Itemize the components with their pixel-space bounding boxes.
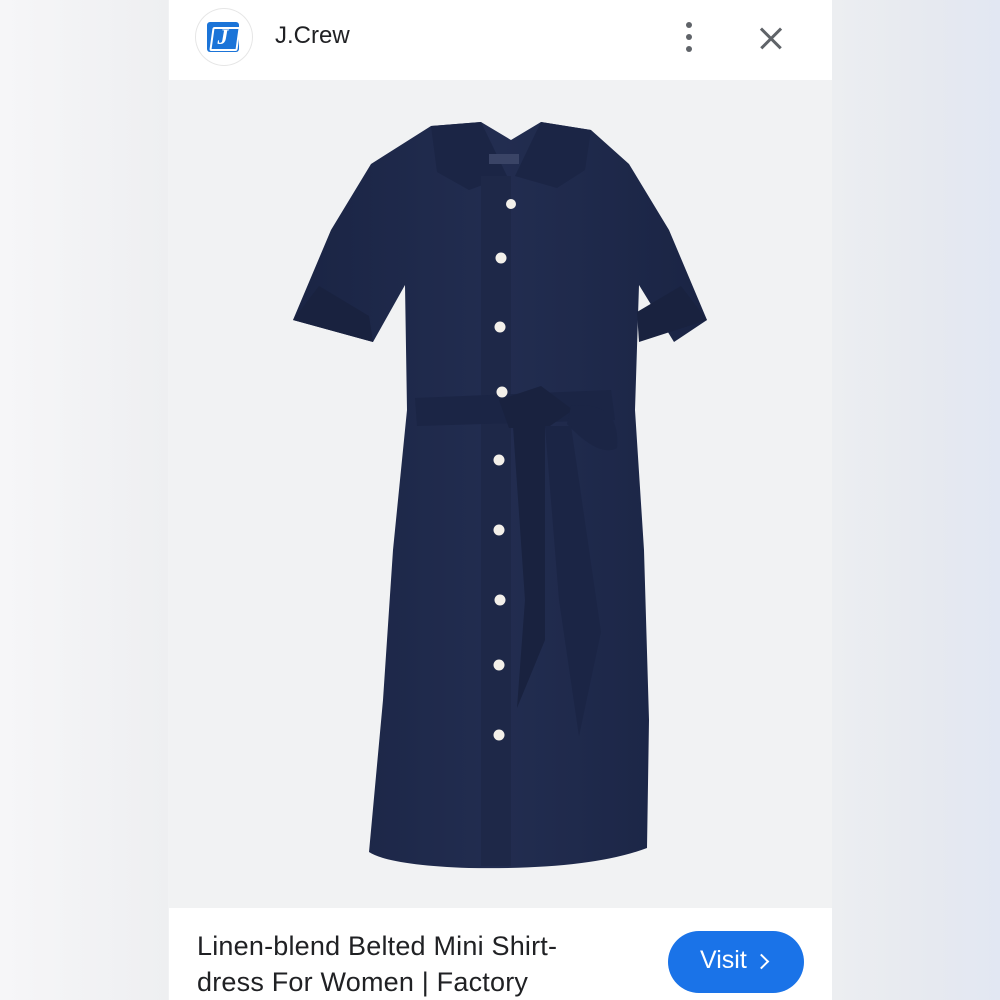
product-image[interactable] <box>169 80 832 908</box>
brand-name[interactable]: J.Crew <box>275 22 350 50</box>
logo-letter: J <box>207 24 239 50</box>
result-footer: Linen-blend Belted Mini Shirt-dress For … <box>169 908 832 1000</box>
background-right <box>832 0 1000 1000</box>
background-left <box>0 0 168 1000</box>
site-logo[interactable]: J <box>196 9 252 65</box>
more-vertical-icon[interactable] <box>674 18 704 58</box>
neck-label <box>489 154 519 164</box>
chevron-right-icon <box>753 953 770 970</box>
image-preview-card: J J.Crew Linen-blend Belted Mini Shirt-d… <box>169 0 832 1000</box>
jcrew-logo-icon: J <box>207 22 239 52</box>
close-icon[interactable] <box>751 20 791 56</box>
visit-button[interactable]: Visit <box>668 931 804 993</box>
header: J J.Crew <box>169 0 832 80</box>
button-placket <box>481 176 511 866</box>
product-title[interactable]: Linen-blend Belted Mini Shirt-dress For … <box>197 928 617 1000</box>
dress-illustration <box>293 122 707 869</box>
visit-label: Visit <box>700 946 747 974</box>
